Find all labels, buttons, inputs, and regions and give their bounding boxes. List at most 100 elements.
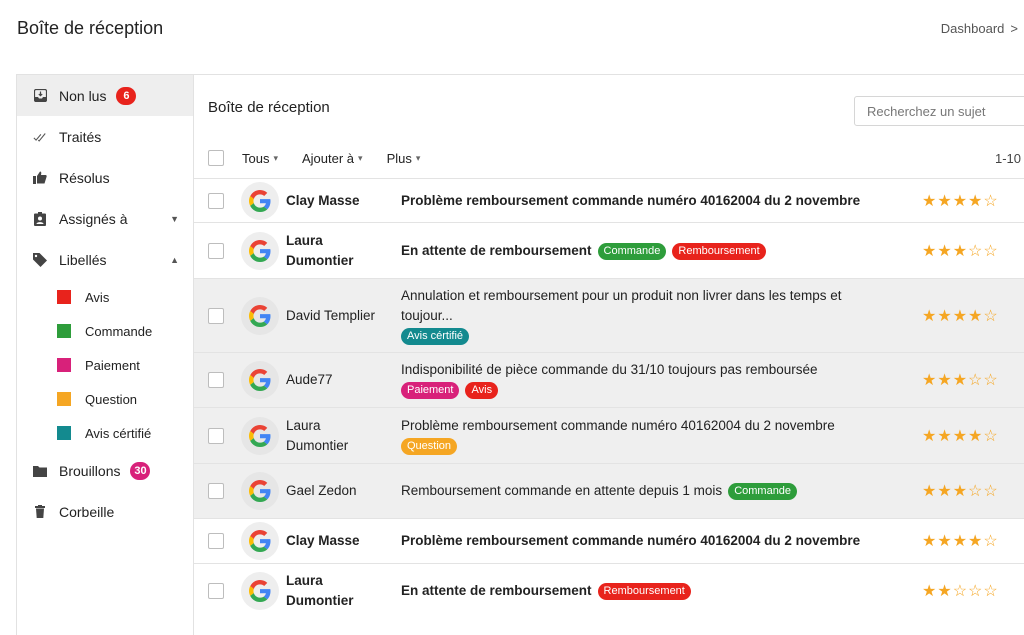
thumbs-up-icon — [33, 171, 47, 185]
star-filled-icon[interactable]: ★ — [937, 533, 952, 550]
add-to-dropdown[interactable]: Ajouter à ▾ — [302, 151, 363, 166]
star-filled-icon[interactable]: ★ — [937, 243, 952, 260]
star-filled-icon[interactable]: ★ — [937, 308, 952, 325]
message-row[interactable]: David Templier Annulation et remboursemen… — [194, 278, 1024, 352]
star-filled-icon[interactable]: ★ — [968, 428, 983, 445]
sender-name: Gael Zedon — [286, 483, 357, 498]
sidebar-item-assignes[interactable]: Assignés à ▼ — [17, 198, 193, 239]
star-filled-icon[interactable]: ★ — [937, 483, 952, 500]
message-row[interactable]: Gael Zedon Remboursement commande en atte… — [194, 463, 1024, 518]
star-filled-icon[interactable]: ★ — [922, 533, 937, 550]
trash-icon — [33, 505, 47, 519]
label-tag[interactable]: Avis — [465, 382, 499, 399]
star-empty-icon[interactable]: ☆ — [968, 483, 983, 500]
select-all-checkbox[interactable] — [208, 150, 224, 166]
star-empty-icon[interactable]: ☆ — [983, 533, 998, 550]
chevron-up-icon[interactable]: ▲ — [170, 255, 179, 265]
star-rating[interactable]: ★★★☆☆ — [922, 481, 999, 501]
star-rating[interactable]: ★★★★☆ — [922, 306, 999, 326]
tag-icon — [33, 252, 47, 267]
star-empty-icon[interactable]: ☆ — [968, 583, 983, 600]
star-filled-icon[interactable]: ★ — [953, 193, 968, 210]
label-tag[interactable]: Paiement — [401, 382, 460, 399]
row-checkbox[interactable] — [208, 583, 224, 599]
star-filled-icon[interactable]: ★ — [922, 193, 937, 210]
label-tag[interactable]: Remboursement — [672, 242, 766, 260]
star-filled-icon[interactable]: ★ — [968, 533, 983, 550]
label-tag[interactable]: Question — [401, 437, 458, 455]
row-checkbox[interactable] — [208, 192, 224, 209]
sidebar-item-label: Non lus — [59, 87, 107, 104]
star-filled-icon[interactable]: ★ — [937, 372, 952, 389]
star-filled-icon[interactable]: ★ — [953, 533, 968, 550]
star-rating[interactable]: ★★★☆☆ — [922, 370, 999, 390]
star-filled-icon[interactable]: ★ — [953, 428, 968, 445]
star-empty-icon[interactable]: ☆ — [983, 483, 998, 500]
sidebar-item-brouillons[interactable]: Brouillons 30 — [17, 450, 193, 491]
row-checkbox[interactable] — [208, 242, 224, 259]
star-empty-icon[interactable]: ☆ — [983, 583, 998, 600]
row-checkbox[interactable] — [208, 483, 224, 499]
sidebar-item-resolus[interactable]: Résolus — [17, 157, 193, 198]
message-row[interactable]: Clay Masse Problème remboursement command… — [194, 518, 1024, 563]
label-tag[interactable]: Remboursement — [597, 583, 691, 600]
star-rating[interactable]: ★★☆☆☆ — [922, 581, 999, 601]
sidebar-item-corbeille[interactable]: Corbeille — [17, 491, 193, 532]
label-item-question[interactable]: Question — [17, 382, 193, 416]
star-filled-icon[interactable]: ★ — [968, 193, 983, 210]
label-item-avis-certifie[interactable]: Avis cértifié — [17, 416, 193, 450]
sidebar-item-non-lus[interactable]: Non lus 6 — [17, 75, 193, 116]
star-filled-icon[interactable]: ★ — [937, 428, 952, 445]
star-filled-icon[interactable]: ★ — [953, 372, 968, 389]
double-check-icon — [33, 130, 47, 144]
message-row[interactable]: Clay Masse Problème remboursement command… — [194, 178, 1024, 222]
row-checkbox[interactable] — [208, 307, 224, 324]
star-filled-icon[interactable]: ★ — [937, 583, 952, 600]
more-dropdown[interactable]: Plus ▾ — [387, 151, 421, 166]
row-checkbox[interactable] — [208, 427, 224, 444]
breadcrumb-dashboard-link[interactable]: Dashboard — [941, 21, 1005, 36]
star-empty-icon[interactable]: ☆ — [983, 372, 998, 389]
star-filled-icon[interactable]: ★ — [953, 308, 968, 325]
label-tag[interactable]: Commande — [728, 483, 798, 500]
star-filled-icon[interactable]: ★ — [922, 483, 937, 500]
row-checkbox[interactable] — [208, 372, 224, 388]
label-tag[interactable]: Avis cértifié — [401, 327, 470, 345]
message-row[interactable]: Laura Dumontier Problème remboursement co… — [194, 407, 1024, 463]
message-row[interactable]: Aude77 Indisponibilité de pièce commande … — [194, 352, 1024, 407]
star-empty-icon[interactable]: ☆ — [983, 308, 998, 325]
row-checkbox[interactable] — [208, 533, 224, 549]
star-rating[interactable]: ★★★★☆ — [922, 426, 999, 446]
message-row[interactable]: Laura Dumontier En attente de rembourseme… — [194, 222, 1024, 278]
star-empty-icon[interactable]: ☆ — [953, 583, 968, 600]
google-icon — [241, 231, 279, 270]
star-filled-icon[interactable]: ★ — [922, 428, 937, 445]
star-filled-icon[interactable]: ★ — [922, 243, 937, 260]
star-filled-icon[interactable]: ★ — [922, 372, 937, 389]
star-filled-icon[interactable]: ★ — [922, 583, 937, 600]
label-item-paiement[interactable]: Paiement — [17, 348, 193, 382]
star-empty-icon[interactable]: ☆ — [983, 428, 998, 445]
label-item-commande[interactable]: Commande — [17, 314, 193, 348]
star-filled-icon[interactable]: ★ — [922, 308, 937, 325]
label-tag[interactable]: Commande — [597, 242, 667, 260]
sidebar-item-traites[interactable]: Traités — [17, 116, 193, 157]
star-filled-icon[interactable]: ★ — [937, 193, 952, 210]
select-filter-dropdown[interactable]: Tous ▾ — [242, 151, 278, 166]
star-rating[interactable]: ★★★☆☆ — [922, 241, 999, 261]
search-input[interactable] — [854, 96, 1024, 126]
star-empty-icon[interactable]: ☆ — [983, 243, 998, 260]
star-filled-icon[interactable]: ★ — [953, 243, 968, 260]
message-subject: Indisponibilité de pièce commande du 31/… — [401, 360, 881, 400]
message-row[interactable]: Laura Dumontier En attente de rembourseme… — [194, 563, 1024, 618]
sidebar-item-libelles[interactable]: Libellés ▲ — [17, 239, 193, 280]
star-rating[interactable]: ★★★★☆ — [922, 531, 999, 551]
label-item-avis[interactable]: Avis — [17, 280, 193, 314]
star-empty-icon[interactable]: ☆ — [968, 243, 983, 260]
star-filled-icon[interactable]: ★ — [953, 483, 968, 500]
star-empty-icon[interactable]: ☆ — [968, 372, 983, 389]
chevron-down-icon[interactable]: ▼ — [170, 214, 179, 224]
star-filled-icon[interactable]: ★ — [968, 308, 983, 325]
star-rating[interactable]: ★★★★☆ — [922, 191, 999, 211]
star-empty-icon[interactable]: ☆ — [983, 193, 998, 210]
